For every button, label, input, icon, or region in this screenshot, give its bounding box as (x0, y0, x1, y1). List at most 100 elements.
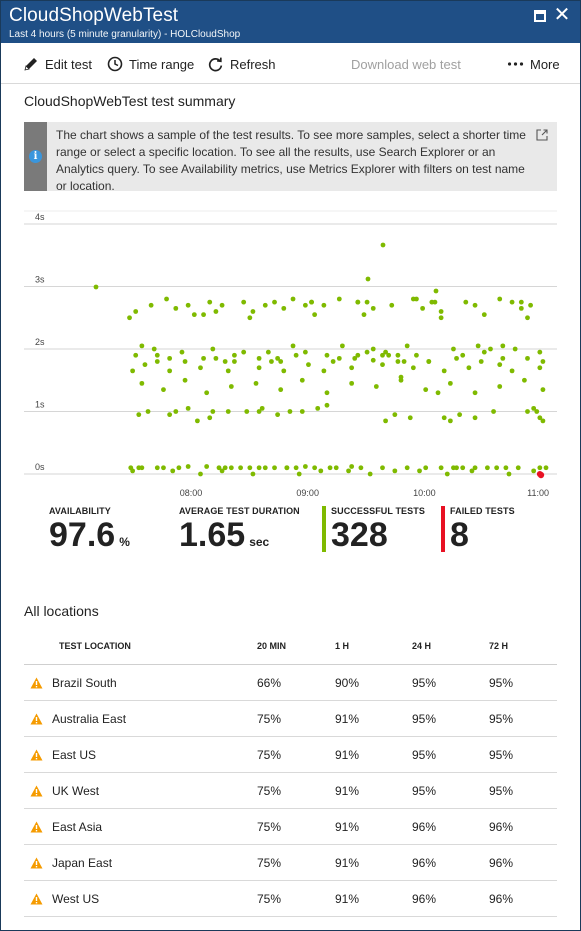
successful-test-point[interactable] (241, 299, 247, 305)
successful-test-point[interactable] (531, 405, 537, 411)
successful-test-point[interactable] (225, 368, 231, 374)
successful-test-point[interactable] (244, 409, 250, 414)
successful-test-point[interactable] (463, 299, 469, 305)
time-range-button[interactable]: Time range (107, 54, 194, 74)
successful-test-point[interactable] (395, 352, 401, 358)
successful-test-point[interactable] (269, 359, 274, 364)
successful-test-point[interactable] (247, 465, 253, 471)
successful-test-point[interactable] (380, 465, 385, 471)
successful-test-point[interactable] (472, 390, 478, 396)
successful-test-point[interactable] (392, 468, 398, 474)
successful-test-point[interactable] (457, 412, 463, 418)
successful-test-point[interactable] (373, 384, 379, 389)
successful-test-point[interactable] (330, 359, 336, 364)
table-row[interactable]: East US 75% 91% 95% 95% (24, 736, 557, 773)
successful-test-point[interactable] (423, 387, 429, 393)
successful-test-point[interactable] (497, 296, 503, 302)
successful-test-point[interactable] (518, 299, 524, 305)
successful-test-point[interactable] (167, 355, 173, 361)
successful-test-point[interactable] (139, 380, 145, 386)
successful-test-point[interactable] (435, 390, 441, 396)
col-24-h[interactable]: 24 H (412, 628, 489, 665)
successful-test-point[interactable] (472, 302, 478, 308)
col-1-h[interactable]: 1 H (335, 628, 412, 665)
successful-test-point[interactable] (133, 352, 139, 358)
successful-test-point[interactable] (262, 465, 268, 471)
successful-test-point[interactable] (228, 384, 234, 389)
successful-test-point[interactable] (145, 409, 151, 414)
successful-test-point[interactable] (494, 465, 500, 471)
successful-test-point[interactable] (420, 305, 426, 311)
successful-test-point[interactable] (136, 412, 142, 418)
successful-test-point[interactable] (225, 409, 231, 414)
successful-test-point[interactable] (299, 409, 305, 414)
successful-test-point[interactable] (441, 368, 447, 374)
successful-test-point[interactable] (198, 471, 203, 477)
successful-test-point[interactable] (438, 315, 444, 321)
successful-test-point[interactable] (173, 305, 179, 311)
successful-test-point[interactable] (497, 384, 503, 389)
successful-test-point[interactable] (364, 349, 370, 355)
successful-test-point[interactable] (410, 365, 416, 371)
successful-test-point[interactable] (469, 468, 475, 474)
successful-test-point[interactable] (361, 312, 367, 318)
successful-test-point[interactable] (296, 471, 302, 477)
successful-test-point[interactable] (222, 359, 228, 364)
successful-test-point[interactable] (358, 465, 364, 471)
successful-test-point[interactable] (454, 355, 459, 361)
successful-test-point[interactable] (232, 352, 237, 358)
successful-test-point[interactable] (500, 343, 506, 349)
successful-test-point[interactable] (278, 387, 284, 393)
successful-test-point[interactable] (293, 352, 299, 358)
successful-test-point[interactable] (201, 312, 206, 318)
successful-test-point[interactable] (293, 465, 299, 471)
successful-test-point[interactable] (451, 346, 456, 352)
successful-test-point[interactable] (309, 299, 314, 305)
successful-test-point[interactable] (176, 465, 182, 471)
successful-test-point[interactable] (299, 377, 305, 383)
successful-test-point[interactable] (367, 471, 373, 477)
successful-test-point[interactable] (336, 296, 342, 302)
successful-test-point[interactable] (284, 465, 290, 471)
successful-test-point[interactable] (302, 464, 308, 469)
successful-test-point[interactable] (522, 377, 527, 383)
successful-test-point[interactable] (290, 296, 296, 302)
successful-tests-metric[interactable]: SUCCESSFUL TESTS 328 (322, 506, 425, 554)
successful-test-point[interactable] (336, 355, 342, 361)
successful-test-point[interactable] (312, 312, 318, 318)
successful-test-point[interactable] (481, 312, 487, 318)
successful-test-point[interactable] (219, 302, 225, 308)
refresh-button[interactable]: Refresh (207, 54, 276, 74)
successful-test-point[interactable] (518, 305, 524, 311)
successful-test-point[interactable] (355, 352, 361, 358)
successful-test-point[interactable] (454, 465, 459, 471)
successful-test-point[interactable] (324, 390, 330, 396)
successful-test-point[interactable] (509, 299, 515, 305)
maximize-icon[interactable] (534, 10, 546, 22)
successful-test-point[interactable] (537, 465, 543, 471)
download-web-test-button[interactable]: Download web test (351, 54, 461, 74)
successful-test-point[interactable] (250, 471, 256, 477)
successful-test-point[interactable] (161, 387, 166, 393)
table-row[interactable]: Japan East 75% 91% 96% 96% (24, 844, 557, 881)
successful-test-point[interactable] (139, 343, 145, 349)
successful-test-point[interactable] (198, 365, 203, 371)
successful-test-point[interactable] (438, 465, 444, 471)
successful-test-point[interactable] (488, 346, 493, 352)
successful-test-point[interactable] (324, 352, 330, 358)
successful-test-point[interactable] (414, 296, 419, 302)
successful-test-point[interactable] (154, 359, 160, 364)
successful-test-point[interactable] (318, 468, 324, 474)
successful-test-point[interactable] (404, 343, 410, 349)
close-icon[interactable]: ✕ (552, 4, 572, 26)
successful-test-point[interactable] (148, 302, 154, 308)
table-row[interactable]: Brazil South 66% 90% 95% 95% (24, 664, 557, 701)
successful-test-point[interactable] (210, 409, 216, 414)
successful-test-point[interactable] (441, 415, 447, 421)
successful-test-point[interactable] (525, 409, 530, 414)
successful-test-point[interactable] (133, 309, 139, 314)
successful-test-point[interactable] (481, 349, 487, 355)
successful-test-point[interactable] (281, 368, 287, 374)
successful-test-point[interactable] (500, 355, 506, 361)
successful-test-point[interactable] (398, 374, 404, 380)
